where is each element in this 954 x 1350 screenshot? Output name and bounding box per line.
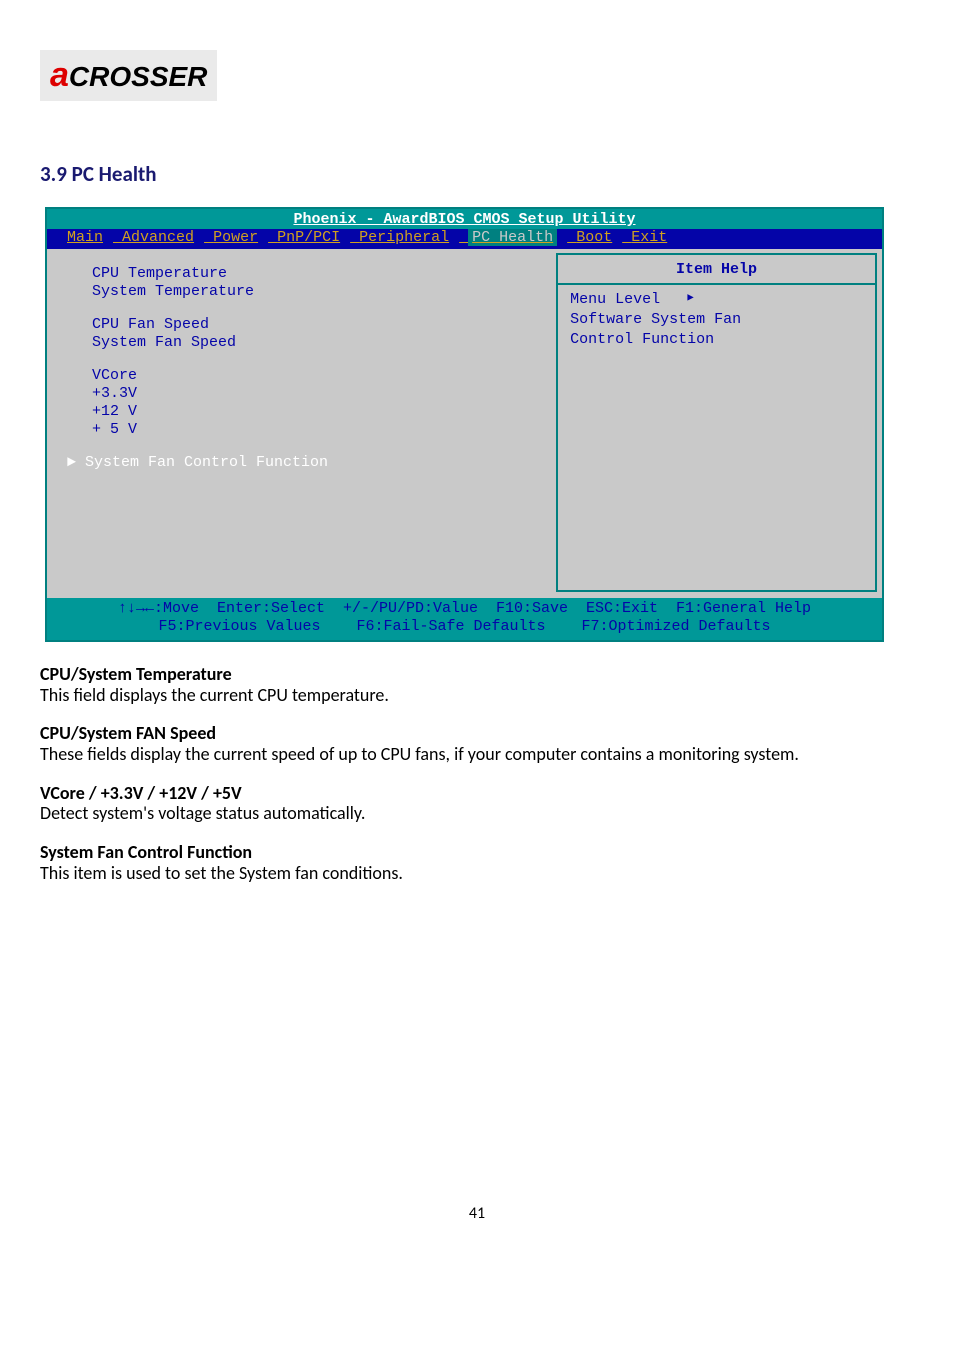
f4-text: This item is used to set the System fan … bbox=[40, 862, 403, 884]
row-cpu-fan: CPU Fan Speed bbox=[92, 316, 546, 334]
menu-exit: Exit bbox=[631, 229, 667, 246]
help-desc2: Control Function bbox=[570, 331, 863, 349]
menu-pc-health: PC Health bbox=[468, 229, 557, 246]
menu-advanced: Advanced bbox=[122, 229, 194, 246]
row-vcore: VCore bbox=[92, 367, 546, 385]
f1-text: This field displays the current CPU temp… bbox=[40, 684, 389, 706]
bios-footer: ↑↓→←:Move Enter:Select +/-/PU/PD:Value F… bbox=[47, 598, 882, 640]
help-menu-level: Menu Level ► bbox=[570, 291, 863, 309]
blank bbox=[92, 301, 546, 316]
help-desc1: Software System Fan bbox=[570, 311, 863, 329]
page-number: 41 bbox=[40, 1204, 914, 1223]
row-submenu: ► System Fan Control Function bbox=[67, 454, 546, 472]
bios-menu: Main Advanced Power PnP/PCI Peripheral P… bbox=[47, 229, 882, 249]
menu-boot: Boot bbox=[576, 229, 612, 246]
f2-title: CPU/System FAN Speed bbox=[40, 722, 216, 744]
logo-text: aCROSSER bbox=[50, 61, 207, 92]
bios-right-panel: Item Help Menu Level ► Software System F… bbox=[556, 253, 877, 592]
bios-title: Phoenix - AwardBIOS CMOS Setup Utility bbox=[47, 209, 882, 229]
footer-line1: ↑↓→←:Move Enter:Select +/-/PU/PD:Value F… bbox=[59, 600, 870, 618]
section-title: 3.9 PC Health bbox=[40, 161, 914, 187]
menu-pnp: PnP/PCI bbox=[277, 229, 340, 246]
row-sys-temp: System Temperature bbox=[92, 283, 546, 301]
menu-peripheral: Peripheral bbox=[359, 229, 449, 246]
menu-power: Power bbox=[213, 229, 258, 246]
row-sys-fan: System Fan Speed bbox=[92, 334, 546, 352]
spacer bbox=[92, 472, 546, 582]
doc-body: CPU/System TemperatureThis field display… bbox=[40, 664, 914, 884]
divider bbox=[558, 283, 875, 285]
f1-title: CPU/System Temperature bbox=[40, 663, 232, 685]
footer-line2: F5:Previous Values F6:Fail-Safe Defaults… bbox=[59, 618, 870, 636]
bios-screenshot: Phoenix - AwardBIOS CMOS Setup Utility M… bbox=[45, 207, 884, 642]
field-2: CPU/System FAN SpeedThese fields display… bbox=[40, 723, 914, 764]
row-cpu-temp: CPU Temperature bbox=[92, 265, 546, 283]
row-5v: + 5 V bbox=[92, 421, 546, 439]
f3-text: Detect system's voltage status automatic… bbox=[40, 802, 365, 824]
row-3v: +3.3V bbox=[92, 385, 546, 403]
row-12v: +12 V bbox=[92, 403, 546, 421]
f2-text: These fields display the current speed o… bbox=[40, 743, 799, 765]
bios-body: CPU Temperature System Temperature CPU F… bbox=[47, 249, 882, 598]
triangle-icon: ► bbox=[687, 292, 694, 304]
field-1: CPU/System TemperatureThis field display… bbox=[40, 664, 914, 705]
help-title: Item Help bbox=[570, 261, 863, 279]
blank bbox=[92, 352, 546, 367]
f4-title: System Fan Control Function bbox=[40, 841, 252, 863]
bios-left-panel: CPU Temperature System Temperature CPU F… bbox=[52, 253, 556, 592]
field-3: VCore / +3.3V / +12V / +5VDetect system'… bbox=[40, 783, 914, 824]
blank bbox=[92, 439, 546, 454]
field-4: System Fan Control FunctionThis item is … bbox=[40, 842, 914, 883]
f3-title: VCore / +3.3V / +12V / +5V bbox=[40, 782, 242, 804]
menu-main: Main bbox=[67, 229, 103, 246]
logo: aCROSSER bbox=[40, 50, 217, 101]
